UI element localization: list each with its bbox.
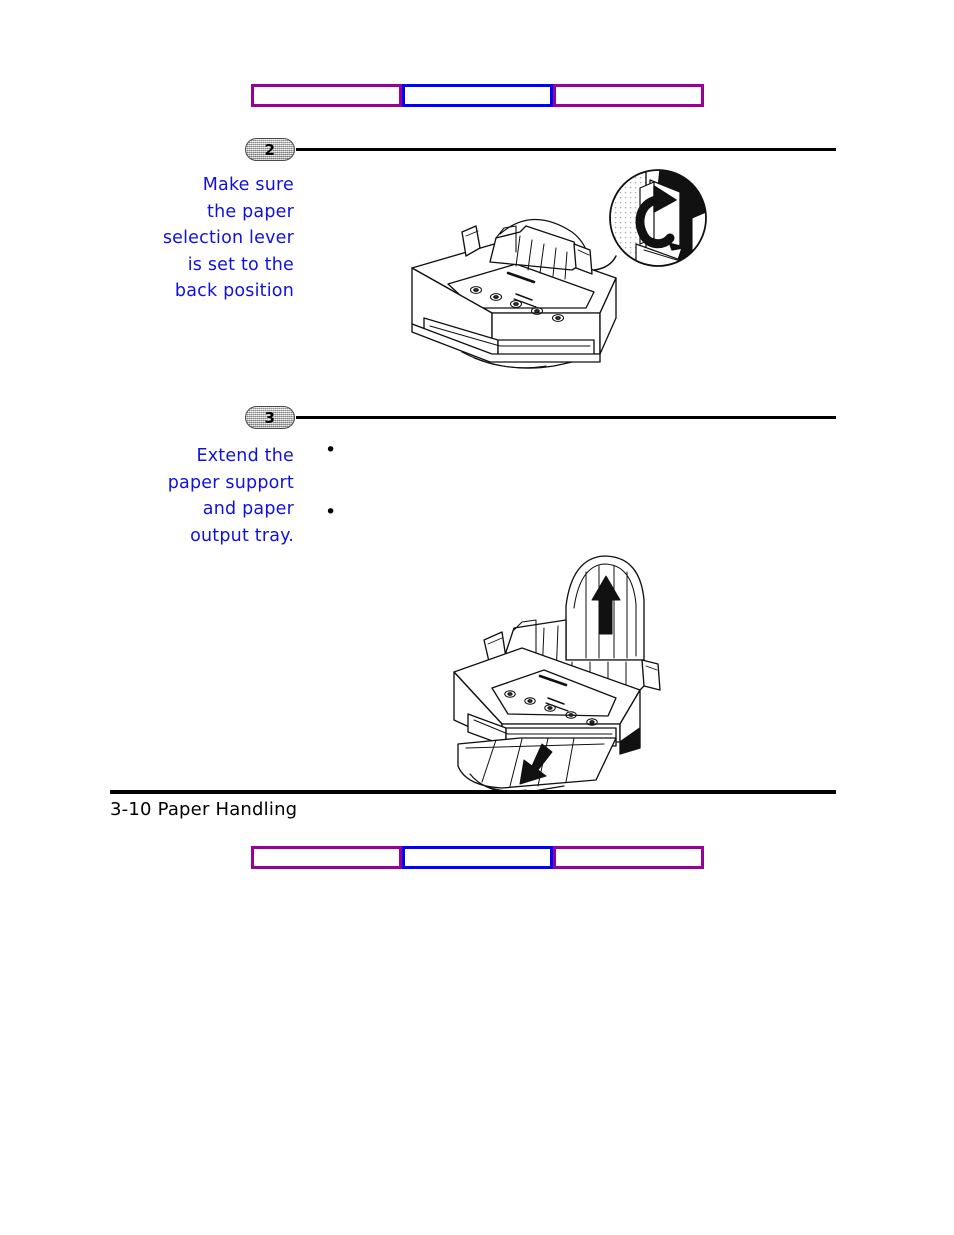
nav-back-button-top[interactable] <box>251 84 402 107</box>
step-3-instruction-text: Extend the paper support and paper outpu… <box>167 446 294 546</box>
document-page: 2 Make sure the paper selection lever is… <box>0 0 954 1235</box>
step-number-badge-3: 3 <box>245 406 295 429</box>
navigation-bar-bottom <box>251 846 704 869</box>
step-3-bullet-list: • • <box>325 441 805 565</box>
bullet-dot-icon: • <box>325 501 337 523</box>
bullet-dot-icon: • <box>325 439 337 461</box>
printer-paper-selection-lever-figure <box>404 166 734 386</box>
step-2-instruction-text: Make sure the paper selection lever is s… <box>162 175 294 302</box>
nav-forward-button-bottom[interactable] <box>553 846 704 869</box>
step-divider-rule-3 <box>296 416 836 419</box>
nav-contents-button-bottom[interactable] <box>402 846 553 869</box>
nav-forward-button-top[interactable] <box>553 84 704 107</box>
nav-contents-button-top[interactable] <box>402 84 553 107</box>
step-number-badge-2: 2 <box>245 138 295 161</box>
printer-extend-trays-figure <box>444 548 694 793</box>
list-item: • <box>325 441 805 503</box>
nav-back-button-bottom[interactable] <box>251 846 402 869</box>
footer-page-label: 3-10 Paper Handling <box>110 799 298 820</box>
step-divider-rule-2 <box>296 148 836 151</box>
navigation-bar-top <box>251 84 704 107</box>
footer-divider-rule <box>110 790 836 794</box>
